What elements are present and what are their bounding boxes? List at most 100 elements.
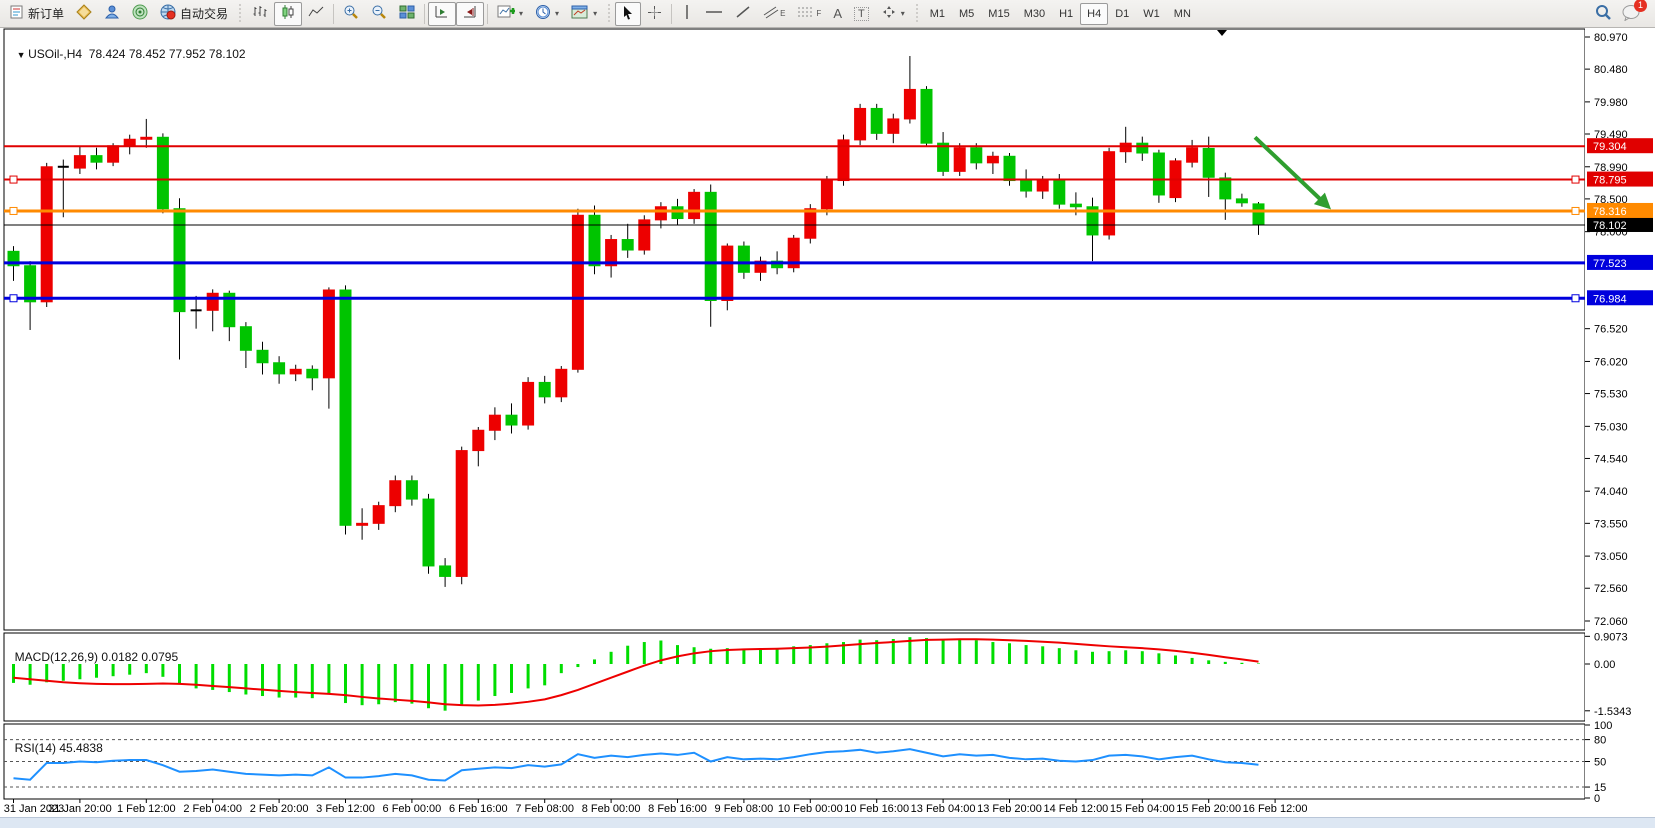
- crosshair-button[interactable]: [641, 2, 668, 26]
- timeframe-button-mn[interactable]: MN: [1167, 3, 1198, 25]
- trendline-button[interactable]: [729, 2, 757, 26]
- bar-chart-button[interactable]: [246, 2, 274, 26]
- community-button[interactable]: [98, 2, 126, 26]
- auto-trading-button[interactable]: 自动交易: [154, 2, 234, 26]
- crosshair-icon: [647, 5, 662, 23]
- rsi-pane[interactable]: [4, 724, 1585, 799]
- line-handle[interactable]: [1572, 295, 1579, 302]
- chat-icon: [1622, 10, 1641, 24]
- candle-bullish: [390, 481, 401, 506]
- candle-bearish: [938, 143, 949, 171]
- candle-bullish: [821, 181, 832, 209]
- new-order-button[interactable]: 新订单: [4, 2, 70, 26]
- candle-bullish: [987, 156, 998, 163]
- candle-bearish: [1203, 148, 1214, 177]
- candle-bearish: [971, 148, 982, 163]
- templates-button[interactable]: ▾: [565, 2, 603, 26]
- candle-bearish: [307, 369, 318, 378]
- timeframe-button-m5[interactable]: M5: [952, 3, 981, 25]
- chart-shift-button[interactable]: [456, 2, 484, 26]
- symbol-dropdown-icon[interactable]: ▼: [17, 50, 28, 60]
- macd-pane[interactable]: [4, 633, 1585, 721]
- candlestick-button[interactable]: [274, 2, 302, 26]
- timeframe-button-h4[interactable]: H4: [1080, 3, 1108, 25]
- notification-badge: 1: [1634, 0, 1647, 12]
- text-button[interactable]: A: [827, 2, 848, 26]
- line-price-label: 78.795: [1593, 175, 1627, 187]
- signals-button[interactable]: [126, 2, 154, 26]
- zoom-out-button[interactable]: [365, 2, 393, 26]
- horizontal-line-button[interactable]: [699, 2, 729, 26]
- line-handle[interactable]: [1572, 207, 1579, 214]
- line-price-label: 77.523: [1593, 258, 1627, 270]
- price-tick-label: 73.050: [1594, 551, 1628, 563]
- equidistant-channel-icon: [763, 5, 779, 22]
- line-handle[interactable]: [1572, 176, 1579, 183]
- chart-title: ▼ USOil-,H4 78.424 78.452 77.952 78.102: [10, 33, 246, 61]
- toolbar: 新订单 自动交易: [0, 0, 1655, 28]
- macd-title: MACD(12,26,9) 0.0182 0.0795: [8, 636, 178, 664]
- notifications-button[interactable]: 1: [1622, 4, 1641, 24]
- candle-bullish: [124, 139, 135, 146]
- timeframe-button-m15[interactable]: M15: [981, 3, 1016, 25]
- candle-bearish: [1021, 181, 1032, 191]
- text-label-icon: T: [854, 7, 869, 21]
- text-icon: A: [833, 6, 842, 21]
- indicators-button[interactable]: ▾: [491, 2, 529, 26]
- timeframe-button-m30[interactable]: M30: [1017, 3, 1052, 25]
- periods-button[interactable]: ▾: [529, 2, 565, 26]
- cursor-icon: [621, 5, 635, 23]
- candle-bullish: [207, 293, 218, 310]
- status-strip: [0, 817, 1655, 828]
- timeframe-button-d1[interactable]: D1: [1108, 3, 1136, 25]
- candle-bearish: [174, 209, 185, 312]
- chart-shift-icon: [462, 4, 478, 23]
- candle-bearish: [921, 89, 932, 143]
- date-tick-label: 31 Jan 20:00: [48, 803, 112, 815]
- candlestick-icon: [280, 4, 296, 23]
- timeframe-button-w1[interactable]: W1: [1136, 3, 1167, 25]
- fibonacci-button[interactable]: F: [791, 2, 827, 26]
- zoom-in-button[interactable]: [337, 2, 365, 26]
- line-handle[interactable]: [10, 176, 17, 183]
- chart-wizard-button[interactable]: [70, 2, 98, 26]
- text-label-button[interactable]: T: [848, 2, 875, 26]
- toolbar-grip: [237, 4, 243, 24]
- toolbar-grip: [914, 4, 920, 24]
- search-button[interactable]: [1589, 2, 1618, 26]
- candle-bearish: [1253, 204, 1264, 225]
- line-price-label: 76.984: [1593, 293, 1627, 305]
- line-chart-button[interactable]: [302, 2, 330, 26]
- line-handle[interactable]: [10, 207, 17, 214]
- price-tick-label: 74.040: [1594, 486, 1628, 498]
- line-handle[interactable]: [10, 295, 17, 302]
- ohlc-values: 78.424 78.452 77.952 78.102: [89, 47, 246, 61]
- periods-icon: [535, 4, 551, 23]
- timeframe-button-h1[interactable]: H1: [1052, 3, 1080, 25]
- date-tick-label: 2 Feb 20:00: [250, 803, 309, 815]
- candle-bullish: [888, 119, 899, 133]
- candle-bearish: [506, 415, 517, 425]
- equidistant-channel-button[interactable]: E: [757, 2, 791, 26]
- candle-bearish: [1070, 204, 1081, 207]
- cursor-button[interactable]: [615, 2, 641, 26]
- candle-bullish: [855, 108, 866, 139]
- chart-canvas[interactable]: 80.97080.48079.98079.49078.99078.50078.0…: [0, 28, 1655, 828]
- candle-bearish: [423, 499, 434, 566]
- tile-windows-button[interactable]: [393, 2, 421, 26]
- candle-bearish: [157, 137, 168, 208]
- price-tick-label: 72.560: [1594, 583, 1628, 595]
- candle-bullish: [357, 523, 368, 525]
- candle-bullish: [556, 369, 567, 397]
- date-tick-label: 16 Feb 12:00: [1243, 803, 1308, 815]
- auto-scroll-button[interactable]: [428, 2, 456, 26]
- timeframe-button-m1[interactable]: M1: [923, 3, 952, 25]
- candle-bearish: [589, 215, 600, 265]
- vertical-line-button[interactable]: [675, 2, 699, 26]
- date-tick-label: 7 Feb 08:00: [515, 803, 574, 815]
- date-tick-label: 2 Feb 04:00: [183, 803, 242, 815]
- macd-axis-label: 0.00: [1594, 659, 1615, 671]
- arrows-button[interactable]: ▾: [875, 2, 911, 26]
- auto-trading-icon: [160, 4, 176, 23]
- arrows-dropdown-arrow: ▾: [901, 9, 905, 18]
